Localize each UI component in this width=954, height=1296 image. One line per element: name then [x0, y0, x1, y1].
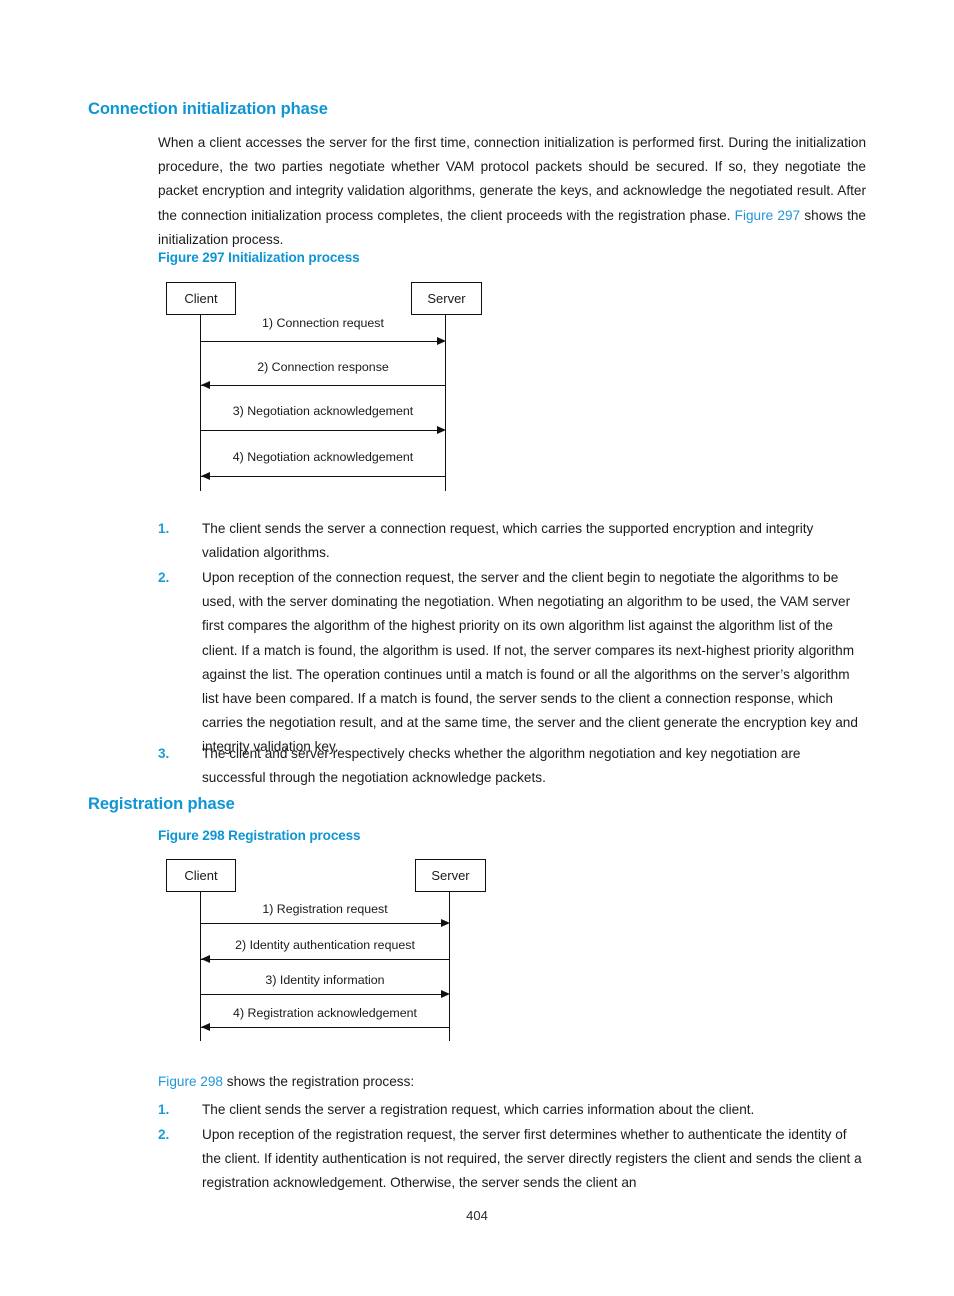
message-label-2-4: 4) Registration acknowledgement: [233, 1006, 417, 1020]
arrowhead-right-1-1: [437, 337, 446, 345]
heading-connection-initialization-phase: Connection initialization phase: [88, 100, 328, 118]
message-label-1-3: 3) Negotiation acknowledgement: [232, 404, 414, 418]
list-item-text: Upon reception of the registration reque…: [202, 1127, 862, 1191]
list-item: 1. The client sends the server a connect…: [158, 517, 866, 565]
document-page: Connection initialization phase When a c…: [0, 0, 954, 1296]
list-item-number: 3.: [158, 746, 170, 761]
paragraph-lead-text: shows the registration process:: [223, 1074, 415, 1089]
cross-reference-figure-297[interactable]: Figure 297: [735, 208, 800, 223]
message-label-2-2: 2) Identity authentication request: [235, 938, 415, 952]
actor-box-server-1: Server: [411, 282, 482, 315]
figure-caption-297: Figure 297 Initialization process: [158, 250, 360, 265]
actor-label-server-1: Server: [427, 291, 466, 306]
message-line-1-1: [201, 341, 444, 343]
list-item: 1. The client sends the server a registr…: [158, 1098, 866, 1122]
page-number: 404: [466, 1208, 488, 1223]
list-item-number: 2.: [158, 1127, 170, 1142]
arrowhead-left-1-2: [201, 381, 210, 389]
actor-box-client-2: Client: [166, 859, 236, 892]
arrowhead-left-2-4: [201, 1023, 210, 1031]
list-item-text: The client sends the server a registrati…: [202, 1102, 755, 1117]
message-label-2-1: 1) Registration request: [262, 902, 388, 916]
message-line-2-1: [201, 923, 448, 925]
actor-box-client-1: Client: [166, 282, 236, 315]
actor-label-server-2: Server: [431, 868, 470, 883]
list-item-number: 1.: [158, 1102, 170, 1117]
actor-box-server-2: Server: [415, 859, 486, 892]
message-line-2-4: [201, 1027, 449, 1029]
message-line-2-2: [201, 959, 449, 961]
actor-label-client-2: Client: [184, 868, 218, 883]
message-label-1-2: 2) Connection response: [257, 360, 389, 374]
list-item-number: 2.: [158, 570, 170, 585]
actor-label-client-1: Client: [184, 291, 218, 306]
message-line-1-2: [201, 385, 445, 387]
figure-caption-298: Figure 298 Registration process: [158, 828, 361, 843]
arrowhead-right-1-3: [437, 426, 446, 434]
message-line-1-3: [201, 430, 444, 432]
list-item: 2. Upon reception of the registration re…: [158, 1123, 866, 1196]
list-item-text: Upon reception of the connection request…: [202, 570, 858, 755]
message-label-1-4: 4) Negotiation acknowledgement: [232, 450, 414, 464]
cross-reference-figure-298[interactable]: Figure 298: [158, 1074, 223, 1089]
arrowhead-right-2-1: [441, 919, 450, 927]
arrowhead-left-1-4: [201, 472, 210, 480]
list-item-number: 1.: [158, 521, 170, 536]
paragraph-connection-init-intro: When a client accesses the server for th…: [158, 131, 866, 252]
list-item: 3. The client and server respectively ch…: [158, 742, 866, 790]
list-item: 2. Upon reception of the connection requ…: [158, 566, 866, 760]
paragraph-figure-298-lead: Figure 298 shows the registration proces…: [158, 1070, 866, 1094]
arrowhead-right-2-3: [441, 990, 450, 998]
list-item-text: The client and server respectively check…: [202, 746, 801, 786]
message-line-1-4: [201, 476, 445, 478]
heading-registration-phase: Registration phase: [88, 795, 235, 813]
message-line-2-3: [201, 994, 448, 996]
list-item-text: The client sends the server a connection…: [202, 521, 814, 561]
message-label-1-1: 1) Connection request: [262, 316, 384, 330]
arrowhead-left-2-2: [201, 955, 210, 963]
message-label-2-3: 3) Identity information: [265, 973, 385, 987]
